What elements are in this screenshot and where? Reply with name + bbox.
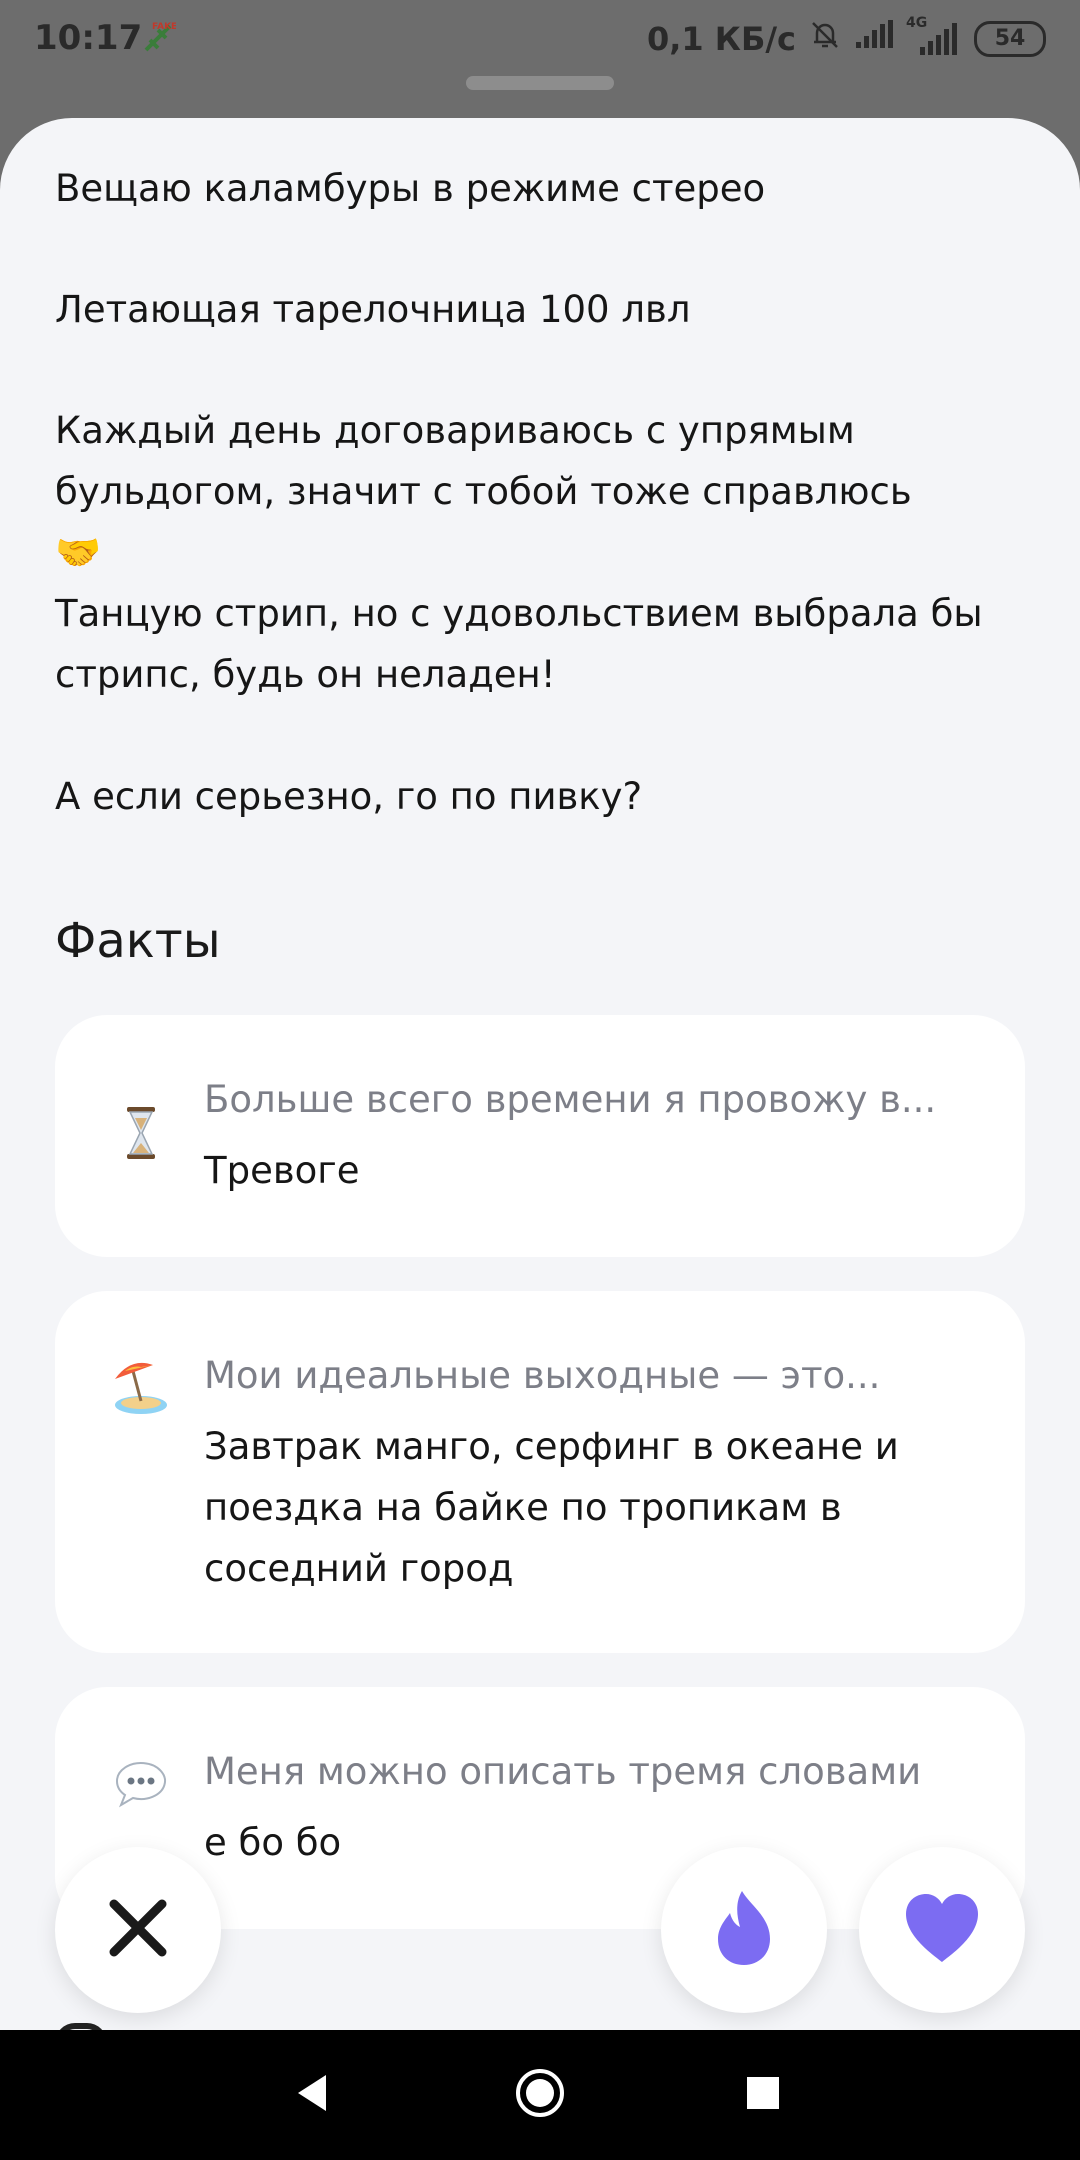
bio-line-5: А если серьезно, го по пивку? [55,775,643,818]
status-bar: 10:17 FAKE 0,1 КБ/с 4G 54 [0,0,1080,78]
fake-badge-text: FAKE [152,22,176,32]
status-right: 0,1 КБ/с 4G 54 [646,15,1046,60]
fact-answer: Завтрак манго, серфинг в океане и поездк… [204,1425,899,1590]
status-time: 10:17 [34,18,143,58]
close-icon [106,1896,170,1964]
screen: 10:17 FAKE 0,1 КБ/с 4G 54 Вещаю каламбур… [0,0,1080,2160]
flame-icon [712,1889,776,1971]
fact-question: Больше всего времени я провожу в... [204,1078,937,1121]
fact-card: Мои идеальные выходные — это... Завтрак … [55,1291,1025,1653]
dislike-button[interactable] [55,1847,221,2013]
bio-line-2: Летающая тарелочница 100 лвл [55,288,691,331]
fact-question: Мои идеальные выходные — это... [204,1354,881,1397]
back-triangle-icon [294,2073,330,2117]
like-button[interactable] [859,1847,1025,2013]
bio-line-3: Каждый день договариваюсь с упрямым буль… [55,409,912,574]
superlike-button[interactable] [661,1847,827,2013]
fact-answer: Тревоге [204,1149,360,1192]
next-section-peek [55,2023,107,2030]
bio-line-4: Танцую стрип, но с удовольствием выбрала… [55,592,983,696]
profile-sheet[interactable]: Вещаю каламбуры в режиме стерео Летающая… [0,118,1080,2030]
facts-title: Факты [55,913,221,969]
system-nav-bar [0,2030,1080,2160]
nav-home-button[interactable] [480,2030,600,2160]
signal-icon [854,20,894,58]
home-circle-icon [514,2067,566,2123]
hourglass-icon [111,1103,171,1163]
recents-square-icon [745,2075,781,2115]
fake-gps-icon: FAKE [140,20,177,56]
network-speed: 0,1 КБ/с [646,20,796,58]
nav-recents-button[interactable] [703,2030,823,2160]
battery-icon: 54 [974,21,1046,57]
signal-4g-icon: 4G [906,15,962,57]
bio-line-1: Вещаю каламбуры в режиме стерео [55,167,766,210]
fact-answer: е бо бо [204,1821,342,1864]
fact-question: Меня можно описать тремя словами [204,1750,922,1793]
nav-back-button[interactable] [252,2030,372,2160]
sheet-drag-handle[interactable] [466,76,614,90]
heart-icon [902,1892,982,1968]
mute-bell-icon [808,18,842,60]
beach-umbrella-icon [111,1357,171,1417]
fact-card: Больше всего времени я провожу в... Трев… [55,1015,1025,1257]
speech-bubble-icon [111,1753,171,1813]
